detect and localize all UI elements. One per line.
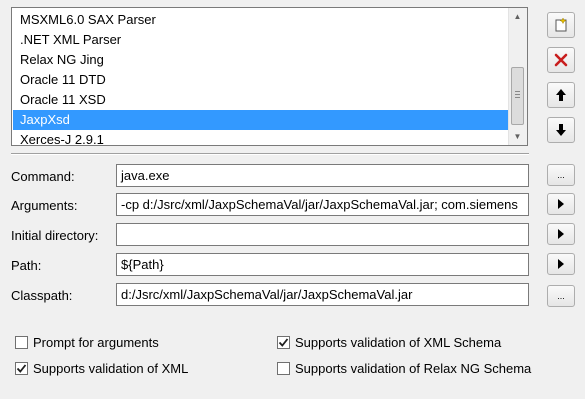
list-item[interactable]: MSXML6.0 SAX Parser: [13, 10, 508, 30]
command-label: Command:: [11, 169, 75, 184]
supports-xml-label: Supports validation of XML: [33, 361, 189, 376]
list-item[interactable]: Xerces-J 2.9.1: [13, 130, 508, 145]
arrow-right-icon: [558, 259, 564, 269]
scroll-thumb[interactable]: [511, 67, 524, 125]
arrow-right-icon: [558, 229, 564, 239]
command-input[interactable]: java.exe: [116, 164, 529, 187]
supports-relax-ng-checkbox[interactable]: [277, 362, 290, 375]
arrow-right-icon: [558, 199, 564, 209]
supports-xml-checkbox[interactable]: [15, 362, 28, 375]
list-scrollbar[interactable]: ▲ ▼: [508, 8, 527, 145]
arguments-input[interactable]: -cp d:/Jsrc/xml/JaxpSchemaVal/jar/JaxpSc…: [116, 193, 529, 216]
list-item-selected[interactable]: JaxpXsd: [13, 110, 508, 130]
path-input[interactable]: ${Path}: [116, 253, 529, 276]
supports-relax-ng-label: Supports validation of Relax NG Schema: [295, 361, 532, 376]
command-browse-button[interactable]: ...: [547, 164, 575, 186]
prompt-for-arguments-label: Prompt for arguments: [33, 335, 159, 350]
new-item-button[interactable]: [547, 12, 575, 38]
arguments-label: Arguments:: [11, 198, 78, 213]
scroll-up-icon[interactable]: ▲: [509, 8, 526, 25]
delete-x-icon: [554, 53, 568, 67]
arguments-menu-button[interactable]: [547, 193, 575, 215]
prompt-for-arguments-checkbox[interactable]: [15, 336, 28, 349]
initial-directory-input[interactable]: [116, 223, 529, 246]
classpath-input[interactable]: d:/Jsrc/xml/JaxpSchemaVal/jar/JaxpSchema…: [116, 283, 529, 306]
new-item-icon: [555, 17, 567, 32]
prompt-for-arguments-option[interactable]: Prompt for arguments: [15, 335, 159, 350]
initial-directory-menu-button[interactable]: [547, 223, 575, 245]
move-up-button[interactable]: [547, 82, 575, 108]
path-menu-button[interactable]: [547, 253, 575, 275]
separator: [11, 153, 529, 155]
list-item[interactable]: Oracle 11 XSD: [13, 90, 508, 110]
checkmark-icon: [16, 364, 27, 373]
supports-xml-schema-checkbox[interactable]: [277, 336, 290, 349]
path-label: Path:: [11, 258, 42, 273]
supports-xml-option[interactable]: Supports validation of XML: [15, 361, 188, 376]
move-down-button[interactable]: [547, 117, 575, 143]
scroll-down-icon[interactable]: ▼: [509, 128, 526, 145]
classpath-label: Classpath:: [11, 288, 73, 303]
list-item[interactable]: Relax NG Jing: [13, 50, 508, 70]
list-item[interactable]: .NET XML Parser: [13, 30, 508, 50]
supports-relax-ng-option[interactable]: Supports validation of Relax NG Schema: [277, 361, 531, 376]
parser-list[interactable]: MSXML6.0 SAX Parser .NET XML Parser Rela…: [11, 7, 528, 146]
supports-xml-schema-option[interactable]: Supports validation of XML Schema: [277, 335, 501, 350]
move-down-arrow-icon: [556, 124, 566, 136]
move-up-arrow-icon: [556, 89, 566, 101]
supports-xml-schema-label: Supports validation of XML Schema: [295, 335, 502, 350]
delete-button[interactable]: [547, 47, 575, 73]
list-item[interactable]: Oracle 11 DTD: [13, 70, 508, 90]
initial-directory-label: Initial directory:: [11, 228, 99, 243]
classpath-browse-button[interactable]: ...: [547, 285, 575, 307]
checkmark-icon: [278, 338, 289, 347]
